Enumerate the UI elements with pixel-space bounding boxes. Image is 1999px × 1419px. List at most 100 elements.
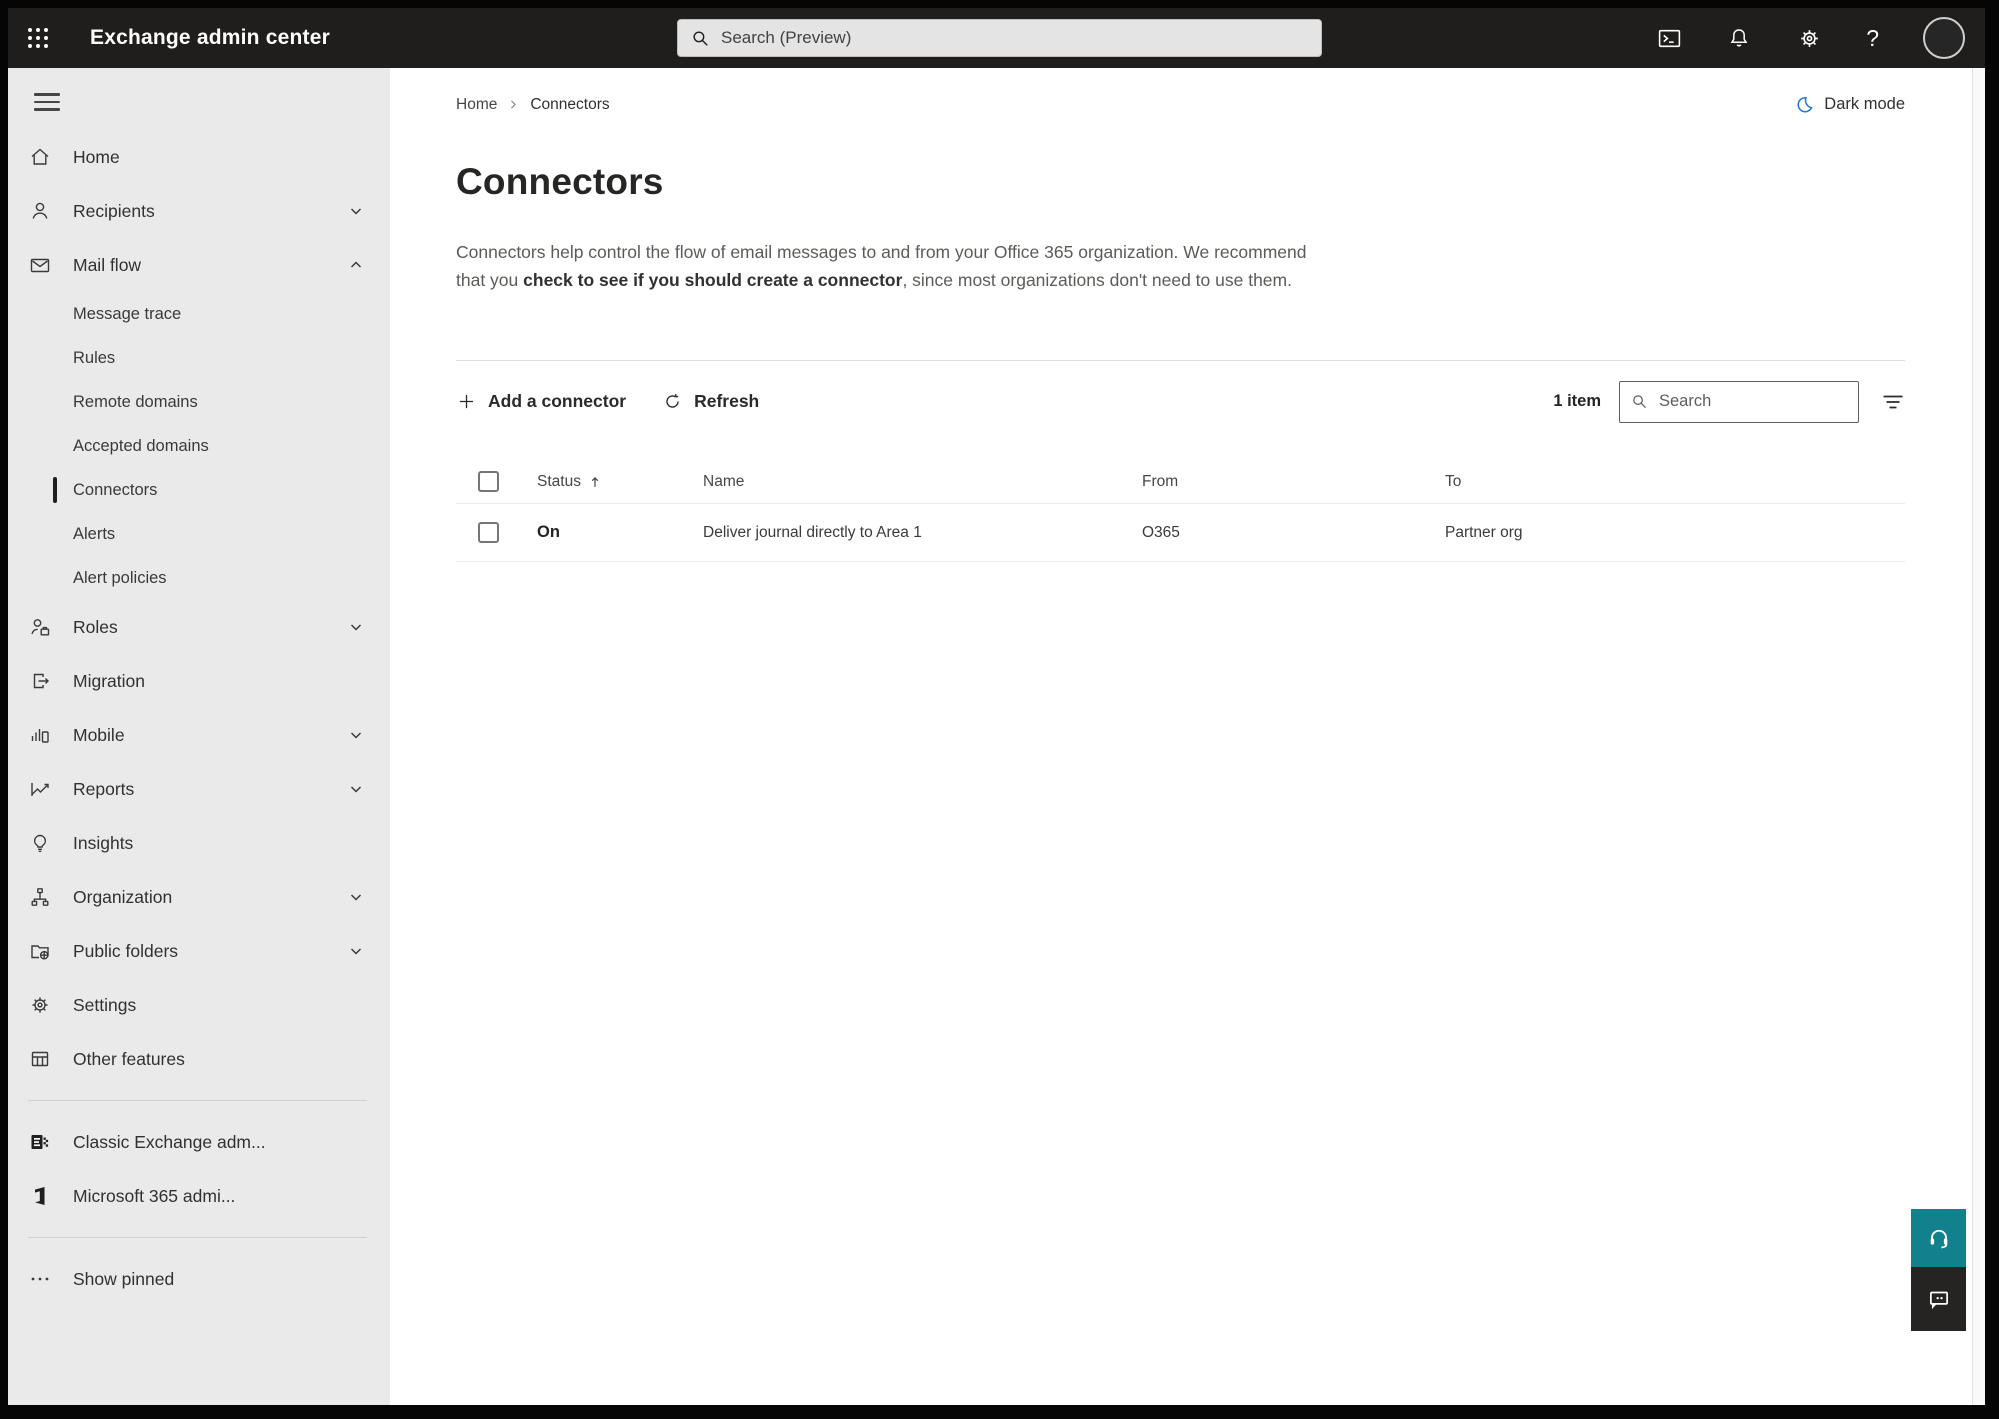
sidebar-item-label: Public folders: [73, 940, 179, 961]
chevron-up-icon: [348, 257, 364, 273]
sidebar-item-label: Rules: [73, 348, 116, 367]
global-search-box[interactable]: [677, 19, 1322, 57]
column-header-from[interactable]: From: [1142, 473, 1445, 491]
sidebar-item-insights[interactable]: Insights: [8, 816, 390, 870]
global-search-input[interactable]: [721, 28, 1308, 48]
sidebar-item-label: Connectors: [73, 480, 158, 499]
chevron-down-icon: [348, 619, 364, 635]
sidebar-item-mobile[interactable]: Mobile: [8, 708, 390, 762]
cell-name[interactable]: Deliver journal directly to Area 1: [703, 524, 1142, 542]
table-row[interactable]: On Deliver journal directly to Area 1 O3…: [456, 504, 1905, 562]
breadcrumb-home-link[interactable]: Home: [456, 96, 497, 114]
sidebar-item-reports[interactable]: Reports: [8, 762, 390, 816]
sidebar-item-accepted-domains[interactable]: Accepted domains: [8, 424, 390, 468]
app-launcher-button[interactable]: [8, 8, 68, 68]
topbar: Exchange admin center Search (Preview) ?: [8, 8, 1985, 68]
toolbar-right: 1 item: [1553, 380, 1905, 423]
column-header-name[interactable]: Name: [703, 473, 1142, 491]
dark-mode-toggle[interactable]: Dark mode: [1794, 94, 1905, 115]
sidebar-item-settings[interactable]: Settings: [8, 978, 390, 1032]
cell-to: Partner org: [1445, 523, 1523, 541]
search-icon: [693, 30, 708, 46]
vertical-scrollbar[interactable]: [1972, 68, 1985, 1405]
chevron-down-icon: [348, 781, 364, 797]
sidebar: Home Recipients Mail flow Message trace …: [8, 68, 390, 1405]
sidebar-item-classic-exchange[interactable]: Classic Exchange adm...: [8, 1115, 390, 1169]
sidebar-item-label: Mobile: [73, 724, 125, 745]
folder-globe-icon: [28, 939, 52, 963]
page-description: Connectors help control the flow of emai…: [456, 239, 1308, 294]
sidebar-item-label: Show pinned: [73, 1268, 175, 1289]
filter-button[interactable]: [1881, 390, 1905, 414]
sidebar-item-rules[interactable]: Rules: [8, 336, 390, 380]
row-checkbox[interactable]: [478, 522, 499, 543]
sidebar-item-label: Migration: [73, 670, 145, 691]
sidebar-divider: [28, 1100, 367, 1101]
description-link[interactable]: check to see if you should create a conn…: [523, 270, 902, 290]
sidebar-item-label: Microsoft 365 admi...: [73, 1185, 236, 1206]
sidebar-item-migration[interactable]: Migration: [8, 654, 390, 708]
list-search-box[interactable]: [1619, 380, 1859, 423]
sidebar-item-recipients[interactable]: Recipients: [8, 184, 390, 238]
feedback-icon: [1929, 1291, 1948, 1310]
refresh-icon: [662, 391, 683, 412]
sidebar-item-microsoft-365-admin[interactable]: Microsoft 365 admi...: [8, 1169, 390, 1223]
column-header-label: From: [1142, 472, 1179, 490]
home-icon: [28, 145, 52, 169]
column-header-status[interactable]: Status: [537, 473, 703, 491]
connectors-table: Status Name From To On Deliver journal d…: [456, 460, 1905, 562]
sidebar-item-alerts[interactable]: Alerts: [8, 512, 390, 556]
sidebar-item-roles[interactable]: Roles: [8, 600, 390, 654]
gear-icon: [28, 993, 52, 1017]
page-title: Connectors: [456, 161, 664, 202]
sidebar-item-alert-policies[interactable]: Alert policies: [8, 556, 390, 600]
help-support-button[interactable]: [1911, 1209, 1966, 1267]
sidebar-item-message-trace[interactable]: Message trace: [8, 292, 390, 336]
list-search-input[interactable]: [1659, 392, 1847, 411]
powershell-button[interactable]: [1656, 25, 1682, 51]
column-header-label: Name: [703, 472, 745, 490]
account-avatar[interactable]: [1923, 17, 1965, 59]
column-header-to[interactable]: To: [1445, 473, 1905, 491]
add-connector-button[interactable]: Add a connector: [456, 391, 626, 412]
sidebar-item-home[interactable]: Home: [8, 130, 390, 184]
sidebar-item-label: Settings: [73, 994, 137, 1015]
filter-icon: [1883, 395, 1903, 408]
shell: Home Recipients Mail flow Message trace …: [8, 68, 1985, 1405]
breadcrumb: Home Connectors: [456, 96, 610, 114]
table-header-row: Status Name From To: [456, 460, 1905, 504]
sidebar-item-other-features[interactable]: Other features: [8, 1032, 390, 1086]
bell-icon: [1730, 29, 1748, 47]
headset-icon: [1930, 1229, 1947, 1249]
help-button[interactable]: ?: [1866, 24, 1879, 51]
breadcrumb-current: Connectors: [530, 95, 610, 113]
sidebar-item-public-folders[interactable]: Public folders: [8, 924, 390, 978]
org-chart-icon: [28, 885, 52, 909]
breadcrumb-row: Home Connectors Dark mode: [456, 94, 1905, 115]
sidebar-item-mail-flow[interactable]: Mail flow: [8, 238, 390, 292]
column-header-label: To: [1445, 472, 1462, 490]
topbar-actions: ?: [1656, 17, 1985, 59]
select-all-checkbox[interactable]: [478, 471, 499, 492]
sidebar-collapse-button[interactable]: [34, 90, 64, 114]
settings-button[interactable]: [1796, 25, 1822, 51]
sidebar-item-remote-domains[interactable]: Remote domains: [8, 380, 390, 424]
column-header-label: Status: [537, 472, 581, 490]
mail-icon: [28, 253, 52, 277]
sidebar-item-show-pinned[interactable]: Show pinned: [8, 1252, 390, 1306]
feedback-button[interactable]: [1911, 1267, 1966, 1331]
person-icon: [28, 199, 52, 223]
sidebar-item-label: Alerts: [73, 524, 116, 543]
notifications-button[interactable]: [1726, 25, 1752, 51]
sidebar-item-label: Alert policies: [73, 568, 167, 587]
exchange-admin-center-app: Exchange admin center Search (Preview) ?…: [8, 8, 1985, 1405]
app-title: Exchange admin center: [90, 26, 330, 49]
sidebar-item-label: Remote domains: [73, 392, 198, 411]
sidebar-item-connectors[interactable]: Connectors: [8, 468, 390, 512]
refresh-button[interactable]: Refresh: [662, 391, 759, 412]
office-icon: [28, 1184, 52, 1208]
sidebar-item-organization[interactable]: Organization: [8, 870, 390, 924]
refresh-label: Refresh: [694, 391, 760, 411]
help-icon: ?: [1866, 24, 1879, 51]
roles-icon: [28, 615, 52, 639]
